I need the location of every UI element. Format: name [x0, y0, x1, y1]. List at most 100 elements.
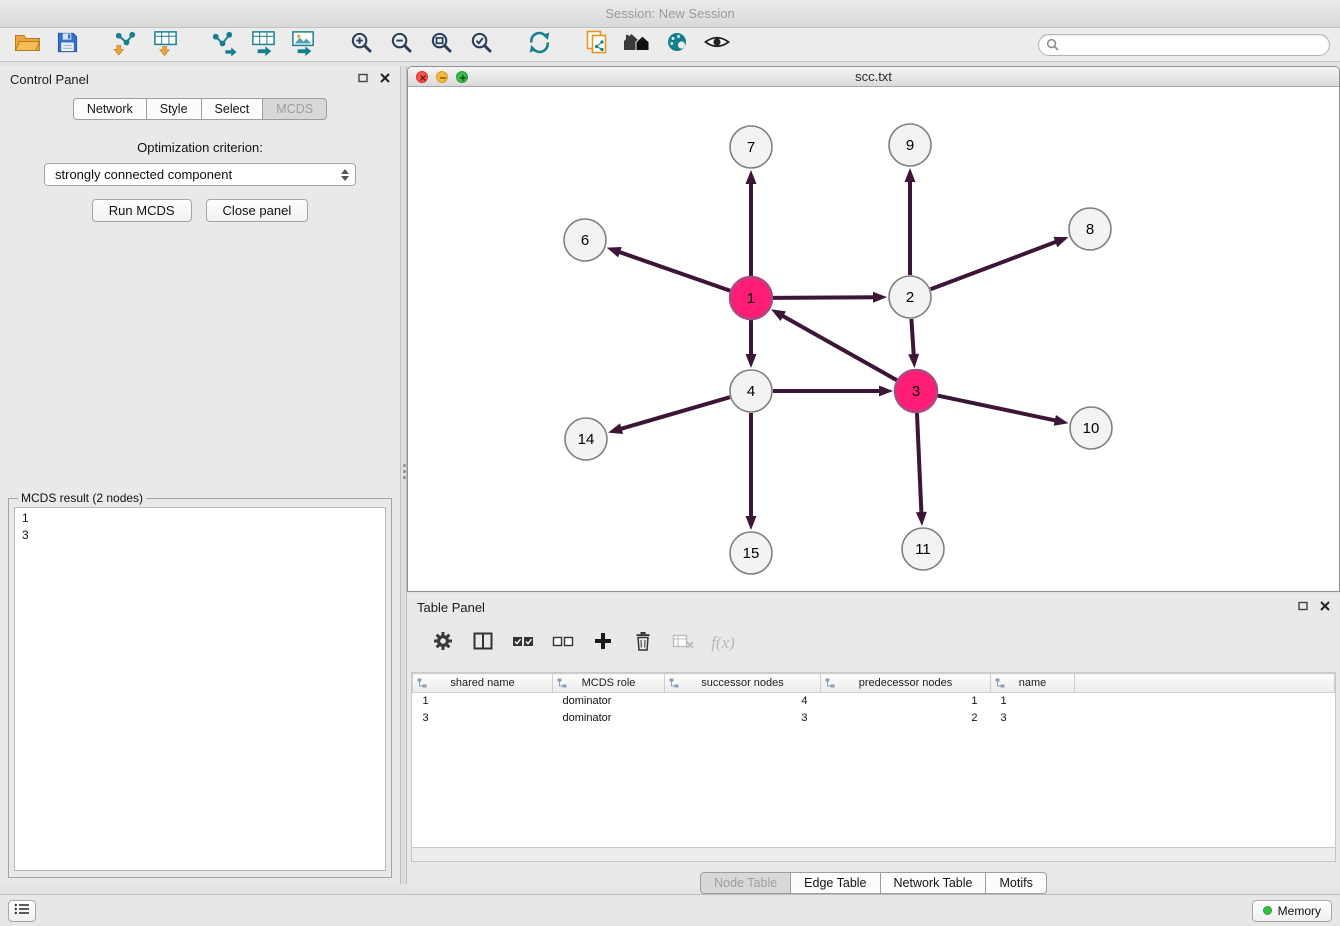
- graph-node-10[interactable]: 10: [1070, 407, 1112, 449]
- graph-node-14[interactable]: 14: [565, 418, 607, 460]
- tab-network[interactable]: Network: [73, 98, 147, 120]
- graph-edge-1-6[interactable]: [616, 251, 730, 291]
- graph-edge-3-11[interactable]: [917, 413, 922, 516]
- home-view-button[interactable]: [620, 31, 654, 59]
- table-cell-successor-nodes[interactable]: 3: [665, 710, 821, 727]
- zoom-selected-button[interactable]: [464, 31, 498, 59]
- window-zoom-icon[interactable]: [456, 71, 468, 83]
- column-header-successor-nodes[interactable]: successor nodes: [665, 674, 821, 693]
- optimization-dropdown[interactable]: strongly connected component: [44, 163, 356, 186]
- graph-edge-arrowhead: [873, 292, 887, 303]
- column-header-predecessor-nodes[interactable]: predecessor nodes: [821, 674, 991, 693]
- table-cell-name[interactable]: 3: [991, 710, 1075, 727]
- export-image-button[interactable]: [286, 31, 320, 59]
- tab-mcds[interactable]: MCDS: [263, 98, 327, 120]
- window-close-icon[interactable]: [416, 71, 428, 83]
- graph-edge-2-3[interactable]: [911, 319, 913, 358]
- mcds-result-title: MCDS result (2 nodes): [18, 491, 146, 505]
- network-window-title: scc.txt: [408, 69, 1339, 84]
- graph-edge-3-10[interactable]: [938, 396, 1059, 422]
- column-header-empty: [1075, 674, 1335, 693]
- graph-node-9[interactable]: 9: [889, 124, 931, 166]
- column-sort-icon: [417, 678, 427, 691]
- table-cell-shared-name[interactable]: 1: [413, 693, 553, 710]
- graph-node-6[interactable]: 6: [564, 219, 606, 261]
- tab-select[interactable]: Select: [202, 98, 264, 120]
- close-panel-button[interactable]: Close panel: [206, 199, 309, 222]
- graph-node-11[interactable]: 11: [902, 528, 944, 570]
- graph-edge-arrowhead: [879, 386, 893, 397]
- close-panel-icon[interactable]: [380, 70, 390, 88]
- table-cell-shared-name[interactable]: 3: [413, 710, 553, 727]
- copy-documents-icon: [585, 29, 609, 60]
- run-mcds-button[interactable]: Run MCDS: [92, 199, 192, 222]
- memory-button[interactable]: Memory: [1252, 900, 1332, 922]
- table-cell-mcds-role[interactable]: dominator: [553, 710, 665, 727]
- graph-edge-3-1[interactable]: [780, 314, 897, 380]
- mcds-result-box[interactable]: 1 3: [14, 507, 386, 871]
- network-canvas[interactable]: 7 9 6 8 1 2 4 3 14 10 15 11: [408, 87, 1339, 591]
- graph-edge-arrowhead: [916, 512, 927, 526]
- select-all-columns-button[interactable]: [509, 630, 537, 656]
- task-history-button[interactable]: [8, 900, 36, 922]
- memory-label: Memory: [1278, 904, 1321, 918]
- table-tab-edge-table[interactable]: Edge Table: [791, 872, 880, 894]
- save-session-button[interactable]: [50, 31, 84, 59]
- table-cell-predecessor-nodes[interactable]: 1: [821, 693, 991, 710]
- graph-node-8[interactable]: 8: [1069, 208, 1111, 250]
- graph-node-7[interactable]: 7: [730, 126, 772, 168]
- delete-column-button[interactable]: [629, 630, 657, 656]
- export-image-icon: [290, 29, 317, 61]
- import-table-button[interactable]: [148, 31, 182, 59]
- column-header-shared-name[interactable]: shared name: [413, 674, 553, 693]
- zoom-out-icon: [390, 31, 413, 59]
- graph-node-4[interactable]: 4: [730, 370, 772, 412]
- table-tab-node-table[interactable]: Node Table: [700, 872, 791, 894]
- svg-text:14: 14: [578, 431, 595, 448]
- export-network-button[interactable]: [206, 31, 240, 59]
- zoom-out-button[interactable]: [384, 31, 418, 59]
- zoom-in-button[interactable]: [344, 31, 378, 59]
- tab-style[interactable]: Style: [147, 98, 202, 120]
- table-cell-successor-nodes[interactable]: 4: [665, 693, 821, 710]
- graph-edge-arrowhead: [1053, 237, 1068, 247]
- table-cell-mcds-role[interactable]: dominator: [553, 693, 665, 710]
- node-table-area: shared nameMCDS rolesuccessor nodesprede…: [411, 672, 1336, 848]
- column-header-name[interactable]: name: [991, 674, 1075, 693]
- panel-divider[interactable]: [400, 66, 407, 884]
- table-cell-name[interactable]: 1: [991, 693, 1075, 710]
- graph-edge-1-2[interactable]: [773, 297, 877, 298]
- search-input[interactable]: [1038, 34, 1330, 56]
- show-columns-button[interactable]: [469, 630, 497, 656]
- zoom-fit-button[interactable]: [424, 31, 458, 59]
- float-panel-icon[interactable]: [358, 70, 368, 88]
- table-settings-button[interactable]: [429, 630, 457, 656]
- graph-edge-2-8[interactable]: [931, 241, 1060, 290]
- column-header-mcds-role[interactable]: MCDS role: [553, 674, 665, 693]
- eye-icon: [704, 33, 730, 56]
- apply-style-button[interactable]: [660, 31, 694, 59]
- table-scroll-strip[interactable]: [411, 848, 1336, 862]
- table-tab-motifs[interactable]: Motifs: [986, 872, 1046, 894]
- toggle-visibility-button[interactable]: [700, 31, 734, 59]
- graph-node-1[interactable]: 1: [730, 277, 772, 319]
- table-tab-network-table[interactable]: Network Table: [881, 872, 987, 894]
- import-table-icon: [152, 29, 179, 61]
- create-column-button[interactable]: [589, 630, 617, 656]
- graph-edge-arrowhead: [908, 354, 919, 368]
- graph-edge-4-14[interactable]: [618, 397, 730, 430]
- graph-node-2[interactable]: 2: [889, 276, 931, 318]
- table-cell-predecessor-nodes[interactable]: 2: [821, 710, 991, 727]
- graph-node-15[interactable]: 15: [730, 532, 772, 574]
- refresh-view-button[interactable]: [522, 31, 556, 59]
- window-minimize-icon[interactable]: [436, 71, 448, 83]
- deselect-all-columns-button[interactable]: [549, 630, 577, 656]
- open-session-button[interactable]: [10, 31, 44, 59]
- import-network-button[interactable]: [108, 31, 142, 59]
- close-panel-icon[interactable]: [1320, 598, 1330, 616]
- float-panel-icon[interactable]: [1298, 598, 1308, 616]
- export-table-button[interactable]: [246, 31, 280, 59]
- copy-view-button[interactable]: [580, 31, 614, 59]
- optimization-label: Optimization criterion:: [0, 140, 400, 155]
- graph-node-3[interactable]: 3: [895, 370, 937, 412]
